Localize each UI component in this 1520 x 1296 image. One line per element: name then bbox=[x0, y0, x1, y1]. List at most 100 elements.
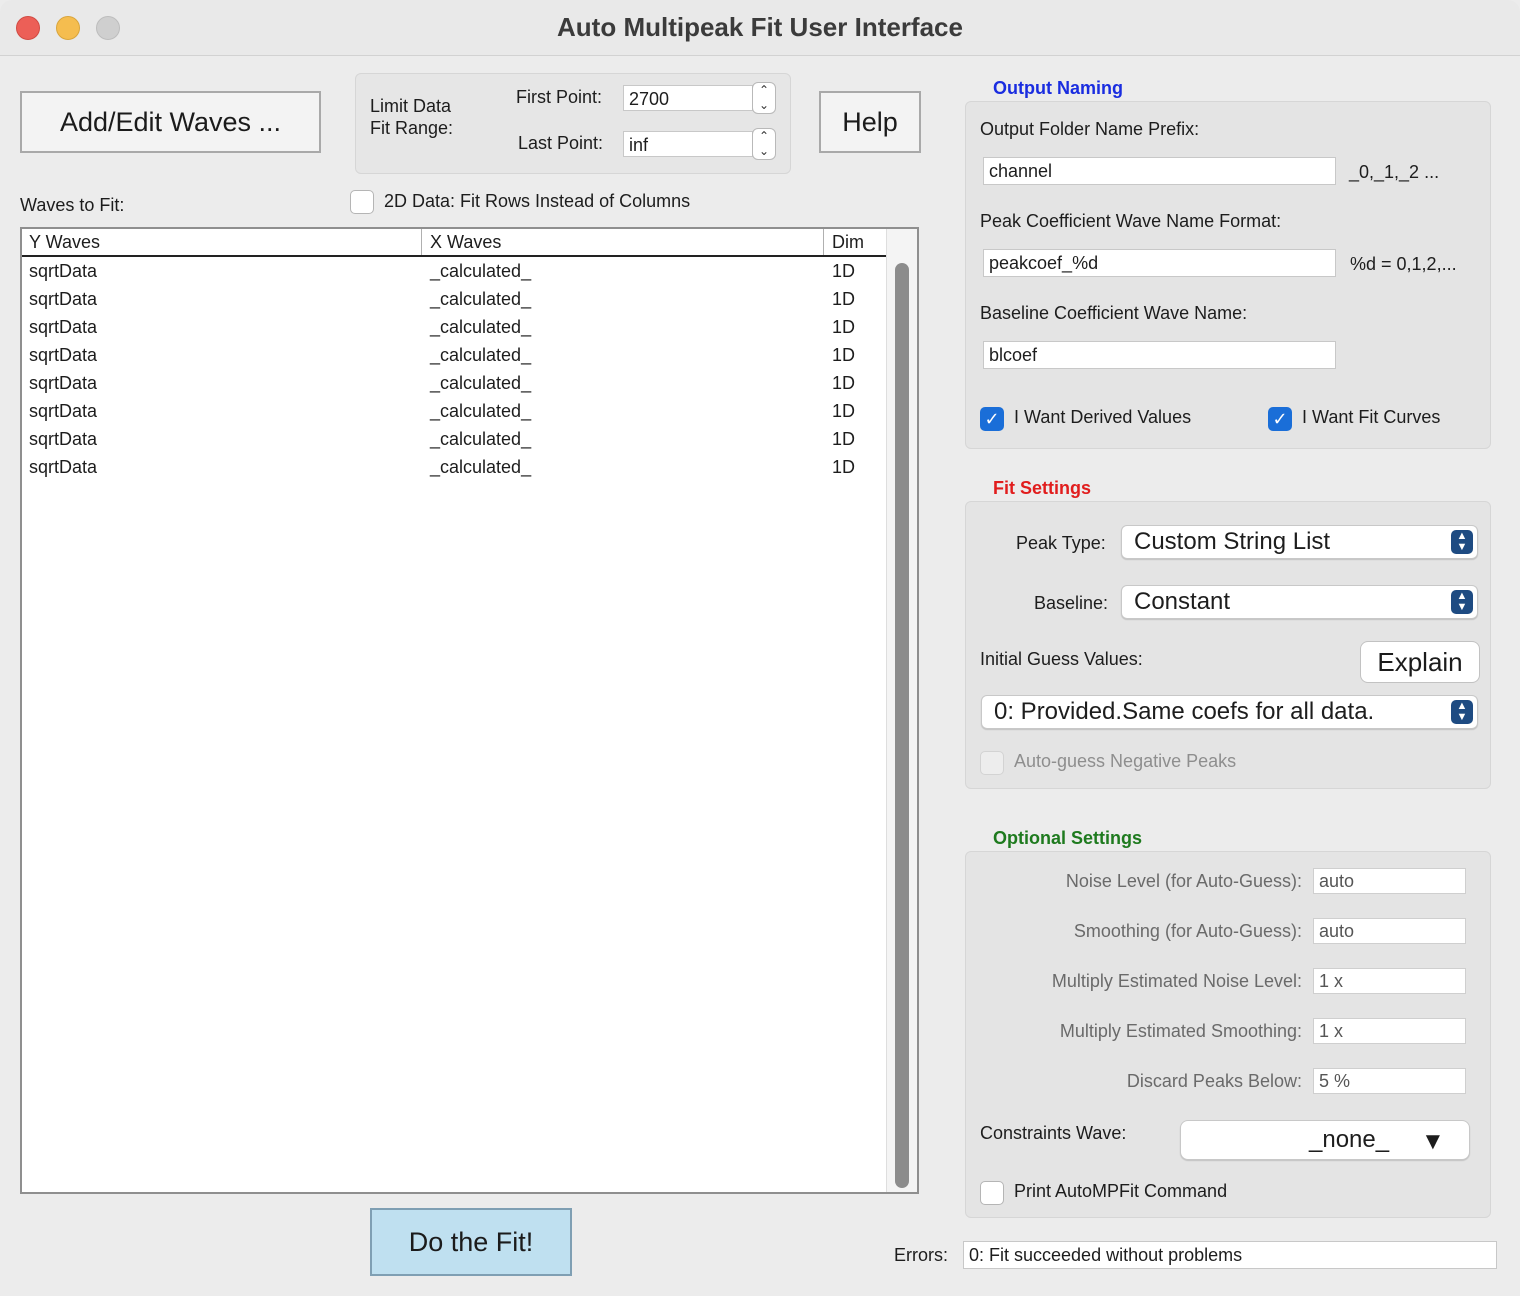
y-wave-cell: sqrtData bbox=[29, 289, 98, 309]
y-wave-cell: sqrtData bbox=[29, 429, 98, 449]
peak-coef-label: Peak Coefficient Wave Name Format: bbox=[980, 211, 1282, 231]
limit-range-label: Limit Data Fit Range: bbox=[370, 96, 454, 138]
fit-settings-title: Fit Settings bbox=[993, 478, 1091, 498]
x-wave-cell: _calculated_ bbox=[430, 373, 532, 393]
chevron-down-icon[interactable]: ⌄ bbox=[753, 98, 775, 113]
last-point-input[interactable]: inf bbox=[623, 131, 753, 157]
table-row[interactable]: sqrtData _calculated_ 1D bbox=[22, 285, 889, 313]
triangle-down-icon: ▼ bbox=[1421, 1128, 1445, 1155]
initial-guess-popup[interactable]: 0: Provided.Same coefs for all data. ▲ ▼ bbox=[981, 695, 1478, 729]
app-window: Auto Multipeak Fit User Interface Add/Ed… bbox=[0, 0, 1520, 1296]
updown-chevron-icon: ▲ ▼ bbox=[1451, 590, 1473, 614]
x-wave-cell: _calculated_ bbox=[430, 457, 532, 477]
baseline-value: Constant bbox=[1134, 588, 1231, 615]
dim-cell: 1D bbox=[832, 261, 856, 281]
x-wave-cell: _calculated_ bbox=[430, 261, 532, 281]
table-row[interactable]: sqrtData _calculated_ 1D bbox=[22, 313, 889, 341]
initial-guess-label: Initial Guess Values: bbox=[980, 649, 1143, 669]
column-header-dim[interactable]: Dim bbox=[825, 229, 888, 255]
baseline-label: Baseline: bbox=[1034, 593, 1109, 613]
title-bar: Auto Multipeak Fit User Interface bbox=[0, 0, 1520, 56]
smoothing-input[interactable]: auto bbox=[1313, 918, 1466, 944]
fit-curves-checkbox[interactable]: ✓ bbox=[1268, 407, 1292, 431]
x-wave-cell: _calculated_ bbox=[430, 345, 532, 365]
table-row[interactable]: sqrtData _calculated_ 1D bbox=[22, 369, 889, 397]
chevron-up-icon[interactable]: ⌃ bbox=[753, 129, 775, 144]
constraints-popup[interactable]: _none_ ▼ bbox=[1180, 1120, 1470, 1160]
help-button[interactable]: Help bbox=[819, 91, 921, 153]
negative-peaks-label: Auto-guess Negative Peaks bbox=[1014, 751, 1237, 771]
y-wave-cell: sqrtData bbox=[29, 345, 98, 365]
baseline-popup[interactable]: Constant ▲ ▼ bbox=[1121, 585, 1478, 619]
dim-cell: 1D bbox=[832, 373, 856, 393]
derived-values-label: I Want Derived Values bbox=[1014, 407, 1192, 427]
x-wave-cell: _calculated_ bbox=[430, 401, 532, 421]
output-naming-title: Output Naming bbox=[993, 78, 1123, 98]
noise-level-label: Noise Level (for Auto-Guess): bbox=[1065, 871, 1302, 891]
fit-rows-label: 2D Data: Fit Rows Instead of Columns bbox=[384, 191, 691, 211]
waves-table[interactable]: Y Waves X Waves Dim sqrtData _calculated… bbox=[20, 227, 919, 1194]
errors-label: Errors: bbox=[894, 1245, 948, 1265]
column-header-x-waves[interactable]: X Waves bbox=[423, 229, 824, 255]
y-wave-cell: sqrtData bbox=[29, 261, 98, 281]
updown-chevron-icon: ▲ ▼ bbox=[1451, 530, 1473, 554]
smoothing-label: Smoothing (for Auto-Guess): bbox=[1073, 921, 1302, 941]
first-point-label: First Point: bbox=[516, 87, 603, 107]
chevron-up-icon[interactable]: ⌃ bbox=[753, 83, 775, 98]
last-point-stepper[interactable]: ⌃ ⌄ bbox=[752, 128, 776, 160]
peak-coef-hint: %d = 0,1,2,... bbox=[1350, 254, 1457, 274]
dim-cell: 1D bbox=[832, 457, 856, 477]
dim-cell: 1D bbox=[832, 317, 856, 337]
chevron-down-icon[interactable]: ⌄ bbox=[753, 144, 775, 159]
scrollbar-thumb[interactable] bbox=[895, 263, 909, 1188]
x-wave-cell: _calculated_ bbox=[430, 289, 532, 309]
constraints-label: Constraints Wave: bbox=[980, 1123, 1127, 1143]
y-wave-cell: sqrtData bbox=[29, 457, 98, 477]
waves-to-fit-label: Waves to Fit: bbox=[20, 195, 125, 215]
noise-level-input[interactable]: auto bbox=[1313, 868, 1466, 894]
multiply-noise-input[interactable]: 1 x bbox=[1313, 968, 1466, 994]
peak-coef-input[interactable]: peakcoef_%d bbox=[983, 249, 1336, 277]
table-row[interactable]: sqrtData _calculated_ 1D bbox=[22, 341, 889, 369]
derived-values-checkbox[interactable]: ✓ bbox=[980, 407, 1004, 431]
negative-peaks-checkbox[interactable] bbox=[980, 751, 1004, 775]
peak-type-popup[interactable]: Custom String List ▲ ▼ bbox=[1121, 525, 1478, 559]
vertical-scrollbar[interactable] bbox=[886, 229, 917, 1192]
x-wave-cell: _calculated_ bbox=[430, 317, 532, 337]
first-point-stepper[interactable]: ⌃ ⌄ bbox=[752, 82, 776, 114]
folder-prefix-input[interactable]: channel bbox=[983, 157, 1336, 185]
table-row[interactable]: sqrtData _calculated_ 1D bbox=[22, 257, 889, 285]
errors-output: 0: Fit succeeded without problems bbox=[963, 1241, 1497, 1269]
updown-chevron-icon: ▲ ▼ bbox=[1451, 700, 1473, 724]
folder-prefix-label: Output Folder Name Prefix: bbox=[980, 119, 1200, 139]
table-row[interactable]: sqrtData _calculated_ 1D bbox=[22, 453, 889, 481]
column-header-y-waves[interactable]: Y Waves bbox=[22, 229, 422, 255]
print-command-checkbox[interactable] bbox=[980, 1181, 1004, 1205]
multiply-noise-label: Multiply Estimated Noise Level: bbox=[1051, 971, 1302, 991]
table-row[interactable]: sqrtData _calculated_ 1D bbox=[22, 397, 889, 425]
explain-button[interactable]: Explain bbox=[1360, 641, 1480, 683]
multiply-smoothing-input[interactable]: 1 x bbox=[1313, 1018, 1466, 1044]
discard-peaks-input[interactable]: 5 % bbox=[1313, 1068, 1466, 1094]
y-wave-cell: sqrtData bbox=[29, 373, 98, 393]
print-command-label: Print AutoMPFit Command bbox=[1014, 1181, 1228, 1201]
baseline-coef-input[interactable]: blcoef bbox=[983, 341, 1336, 369]
peak-type-label: Peak Type: bbox=[1016, 533, 1106, 553]
add-edit-waves-button[interactable]: Add/Edit Waves ... bbox=[20, 91, 321, 153]
multiply-smoothing-label: Multiply Estimated Smoothing: bbox=[1059, 1021, 1302, 1041]
do-the-fit-button[interactable]: Do the Fit! bbox=[370, 1208, 572, 1276]
x-wave-cell: _calculated_ bbox=[430, 429, 532, 449]
last-point-label: Last Point: bbox=[518, 133, 604, 153]
y-wave-cell: sqrtData bbox=[29, 317, 98, 337]
first-point-input[interactable]: 2700 bbox=[623, 85, 753, 111]
table-row[interactable]: sqrtData _calculated_ 1D bbox=[22, 425, 889, 453]
dim-cell: 1D bbox=[832, 289, 856, 309]
constraints-value: _none_ bbox=[1309, 1126, 1390, 1153]
fit-rows-checkbox[interactable] bbox=[350, 190, 374, 214]
fit-curves-label: I Want Fit Curves bbox=[1302, 407, 1441, 427]
folder-suffix-hint: _0,_1,_2 ... bbox=[1349, 162, 1440, 182]
peak-type-value: Custom String List bbox=[1134, 528, 1331, 555]
table-header: Y Waves X Waves Dim bbox=[22, 229, 889, 257]
y-wave-cell: sqrtData bbox=[29, 401, 98, 421]
dim-cell: 1D bbox=[832, 429, 856, 449]
